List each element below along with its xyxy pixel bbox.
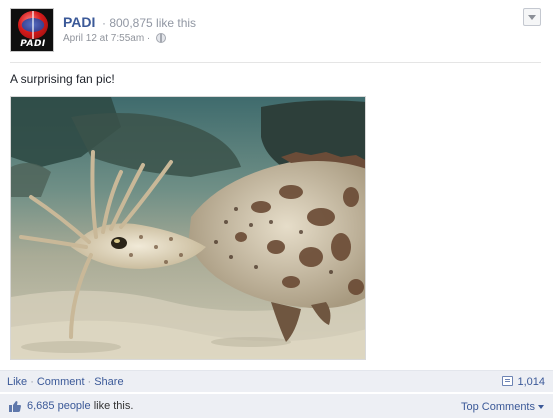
header-divider — [10, 62, 541, 63]
post-message: A surprising fan pic! — [10, 72, 115, 86]
likes-suffix: like this. — [93, 400, 134, 412]
top-comments-label: Top Comments — [461, 401, 535, 413]
avatar-logo-text: PADI — [20, 39, 46, 49]
likes-summary-bar: 6,685 people like this. Top Comments — [0, 393, 553, 418]
share-count[interactable]: 1,014 — [502, 375, 545, 389]
feed-post: PADI PADI · 800,875 like this April 12 a… — [0, 0, 553, 418]
thumbs-up-icon — [9, 401, 21, 412]
page-avatar[interactable]: PADI — [10, 8, 54, 52]
share-count-value: 1,014 — [517, 376, 545, 388]
post-actions: Like · Comment · Share — [7, 376, 124, 388]
caret-down-icon — [538, 405, 544, 409]
post-photo[interactable] — [10, 96, 366, 360]
underwater-photo — [11, 97, 365, 359]
share-icon — [502, 376, 514, 386]
comment-link[interactable]: Comment — [37, 376, 85, 388]
action-separator: · — [30, 376, 34, 388]
share-link[interactable]: Share — [94, 376, 123, 388]
post-options-chevron-button[interactable] — [523, 8, 541, 26]
likers-link[interactable]: 6,685 people — [27, 400, 91, 412]
page-name-link[interactable]: PADI — [63, 14, 95, 30]
action-separator: · — [87, 376, 92, 388]
page-like-count: · 800,875 like this — [102, 16, 197, 30]
like-link[interactable]: Like — [7, 376, 27, 388]
post-action-bar: Like · Comment · Share 1,014 — [0, 370, 553, 392]
public-globe-icon — [156, 33, 166, 43]
padi-logo-globe — [18, 11, 48, 39]
post-timestamp[interactable]: April 12 at 7:55am · — [63, 33, 150, 44]
likes-text: 6,685 people like this. — [27, 400, 133, 412]
top-comments-dropdown[interactable]: Top Comments — [461, 401, 544, 413]
